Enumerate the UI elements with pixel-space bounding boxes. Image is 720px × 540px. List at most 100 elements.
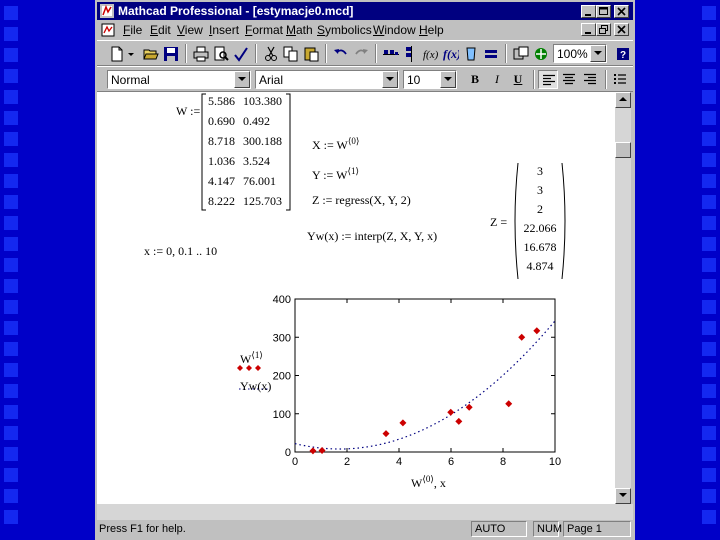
calculate-button[interactable]: f(x) [421,44,441,63]
scroll-thumb[interactable] [615,142,631,158]
bullet-list-icon [614,74,626,84]
insert-function-button[interactable]: f(x) [441,44,461,63]
paste-button[interactable] [301,44,321,63]
menu-bar: File Edit View Insert Format Math Symbol… [97,20,633,40]
x-tick-label: 4 [396,456,402,468]
open-button[interactable] [141,44,161,63]
doc-minimize-button[interactable] [581,23,596,36]
cut-button[interactable] [261,44,281,63]
stripe-block [702,111,716,125]
style-select[interactable]: Normal [107,70,251,89]
toolbar-separator [605,70,607,89]
stripe-block [4,489,18,503]
redo-button[interactable] [351,44,371,63]
zoom-select[interactable]: 100% [553,44,607,63]
title-bar[interactable]: Mathcad Professional - [estymacje0.mcd] [97,2,633,20]
font-dropdown-button[interactable] [382,71,398,88]
component-wizard-button[interactable] [511,44,531,63]
menu-view[interactable]: View [177,23,203,37]
font-size-dropdown-button[interactable] [440,71,456,88]
copy-button[interactable] [281,44,301,63]
menu-help[interactable]: Help [419,23,444,37]
plot-x-label-w0-sup: ⟨0⟩ [422,474,434,484]
scroll-down-button[interactable] [615,488,631,504]
align-left-button[interactable] [538,70,558,89]
menu-math[interactable]: Math [286,23,313,37]
save-button[interactable] [161,44,181,63]
maximize-button[interactable] [596,5,611,18]
align-down-button[interactable] [401,44,421,63]
stripe-block [4,384,18,398]
minimize-icon [585,32,591,34]
align-center-button[interactable] [559,70,579,89]
font-select[interactable]: Arial [255,70,399,89]
stripe-block [702,195,716,209]
menu-format[interactable]: Format [245,23,283,37]
undo-button[interactable] [331,44,351,63]
stripe-block [4,174,18,188]
stripe-block [4,153,18,167]
vertical-scrollbar[interactable] [615,92,631,504]
formatting-toolbar: Normal Arial 10 B I U [97,66,633,92]
status-bar: Press F1 for help. AUTO NUM Page 1 [97,520,633,538]
minimize-icon [585,14,591,16]
doc-close-button[interactable] [614,23,629,36]
style-dropdown-button[interactable] [234,71,250,88]
scroll-up-button[interactable] [615,92,631,108]
plot-y-label-w1: W⟨1⟩ [240,350,263,367]
menu-edit[interactable]: Edit [150,23,171,37]
italic-button[interactable]: I [487,70,507,89]
plot-x-label-x-text: , x [433,476,446,490]
arrow-up-icon [619,97,627,101]
x-tick-label: 10 [549,456,561,468]
document-icon[interactable] [101,23,115,37]
resource-center-button[interactable] [531,44,551,63]
data-point-marker [533,327,541,335]
print-preview-button[interactable] [211,44,231,63]
horizontal-scrollbar-area[interactable] [97,504,633,520]
plot-x-label-w0-text: W [411,476,423,490]
align-across-button[interactable] [381,44,401,63]
undo-icon [334,49,347,55]
stripe-block [702,510,716,524]
stripe-block [4,27,18,41]
zoom-dropdown-button[interactable] [590,45,606,62]
bullets-button[interactable] [610,70,630,89]
insert-unit-button[interactable] [461,44,481,63]
stripe-block [4,258,18,272]
status-num: NUM [533,521,562,537]
bold-button[interactable]: B [465,70,485,89]
plot-y-label-yw: Yw(x) [240,379,272,393]
doc-restore-button[interactable] [596,23,611,36]
stripe-block [4,447,18,461]
new-button[interactable] [107,44,127,63]
menu-window[interactable]: Window [373,23,416,37]
equals-button[interactable] [481,44,501,63]
menu-file[interactable]: File [123,23,142,37]
status-mode: AUTO [471,521,527,537]
new-dropdown-button[interactable] [125,44,135,63]
svg-text:f(x): f(x) [423,49,439,61]
worksheet[interactable]: W := 5.586 103.380 0.690 0.492 8.718 300.188 1… [97,92,615,504]
regression-plot[interactable]: 0 2 4 6 8 100100200300400 [97,92,615,504]
stripe-block [702,132,716,146]
minimize-button[interactable] [581,5,596,18]
help-button[interactable]: ? [613,44,633,63]
print-button[interactable] [191,44,211,63]
unit-beaker-icon [466,47,476,61]
font-size-select[interactable]: 10 [403,70,457,89]
stripe-block [702,174,716,188]
scissors-icon [265,46,277,61]
data-point-marker [455,417,463,425]
x-tick-label: 2 [344,456,350,468]
data-point-marker [518,333,526,341]
menu-insert[interactable]: Insert [209,23,239,37]
stripe-block [4,195,18,209]
align-right-button[interactable] [580,70,600,89]
close-button[interactable] [614,5,629,18]
underline-button[interactable]: U [508,70,528,89]
spell-check-button[interactable] [231,44,251,63]
menu-symbolics[interactable]: Symbolics [317,23,372,37]
stripe-block [702,384,716,398]
mathcad-app-icon [100,4,114,18]
